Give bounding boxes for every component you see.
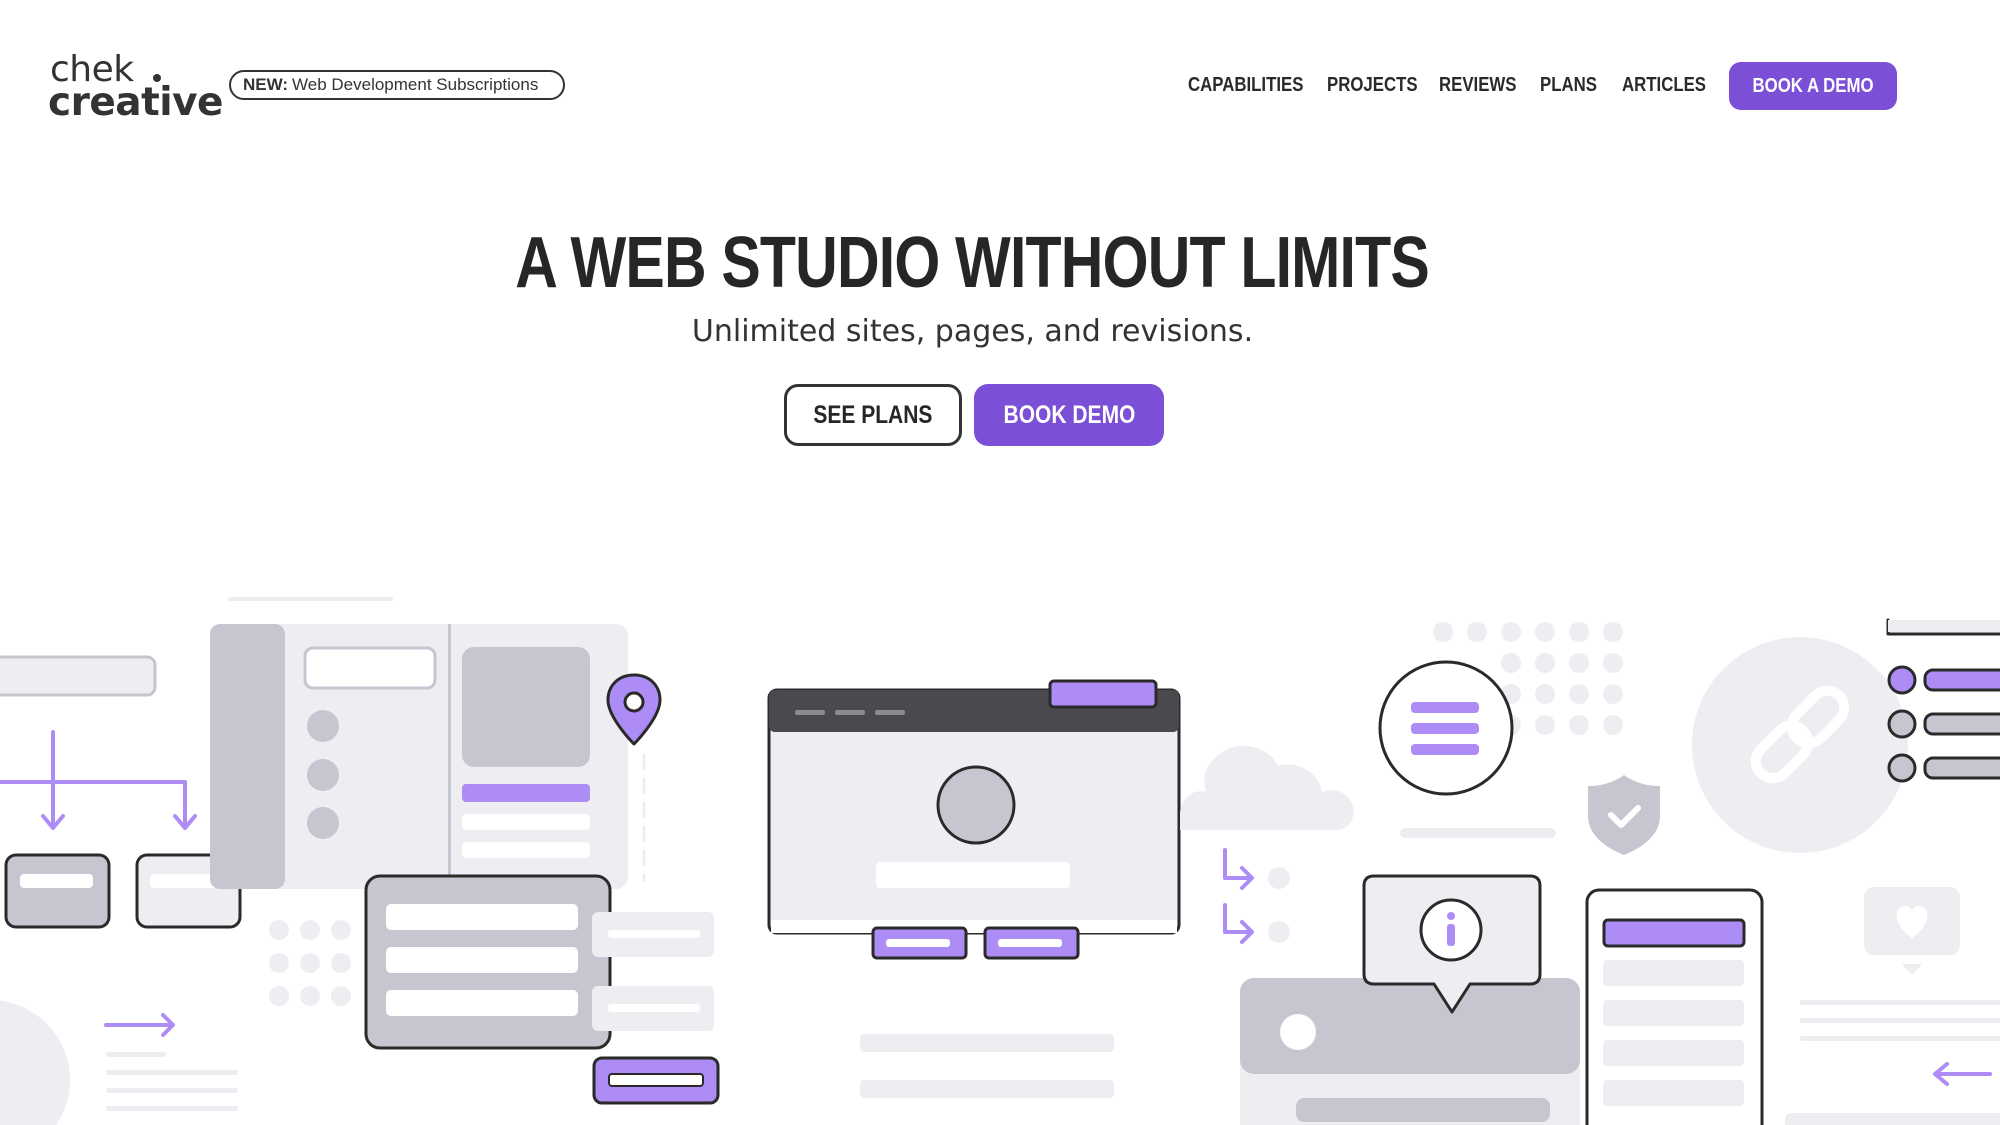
- nav-articles[interactable]: ARTICLES: [1622, 74, 1706, 97]
- see-plans-button[interactable]: SEE PLANS: [784, 384, 962, 446]
- book-demo-label: BOOK DEMO: [1003, 400, 1135, 429]
- announcement-text: Web Development Subscriptions: [292, 75, 539, 94]
- link-icon: [1692, 637, 1908, 853]
- arrow-left-icon: [1933, 1062, 1992, 1086]
- book-a-demo-button[interactable]: BOOK A DEMO: [1729, 62, 1897, 110]
- logo[interactable]: chek creative: [48, 52, 224, 124]
- announcement-tag: NEW:: [243, 75, 289, 94]
- logo-wordmark-line2: creative: [48, 80, 224, 125]
- nav-plans[interactable]: PLANS: [1540, 74, 1597, 97]
- shield-check-icon: [1588, 775, 1660, 855]
- cloud-icon: [1180, 745, 1354, 830]
- menu-icon: [1378, 660, 1514, 796]
- org-chart-illustration: [0, 655, 242, 1125]
- heart-icon: [1864, 887, 1960, 975]
- see-plans-label: SEE PLANS: [813, 400, 933, 429]
- hero-subtitle: Unlimited sites, pages, and revisions.: [691, 314, 1254, 349]
- form-card-illustration: [269, 874, 720, 1105]
- app-panel-illustration: [210, 597, 662, 889]
- browser-window-illustration: [767, 679, 1181, 1098]
- nav-projects[interactable]: PROJECTS: [1327, 74, 1418, 97]
- book-a-demo-label: BOOK A DEMO: [1752, 74, 1874, 97]
- hero-title-text: A WEB STUDIO WITHOUT LIMITS: [515, 223, 1430, 303]
- announcement-pill[interactable]: NEW: Web Development Subscriptions: [229, 70, 565, 100]
- arrow-right-icon: [104, 1013, 175, 1037]
- book-demo-button[interactable]: BOOK DEMO: [974, 384, 1164, 446]
- branch-arrows: [1223, 848, 1254, 944]
- info-card-illustration: [1240, 874, 1580, 1125]
- phone-illustration: [1585, 888, 1764, 1125]
- nav-reviews[interactable]: REVIEWS: [1439, 74, 1516, 97]
- checklist-illustration: [1886, 618, 2000, 783]
- hero-illustration: [0, 597, 2000, 1125]
- nav-capabilities[interactable]: CAPABILITIES: [1188, 74, 1303, 97]
- info-icon: [1419, 898, 1483, 962]
- hero-title: A WEB STUDIO WITHOUT LIMITS: [0, 222, 1945, 304]
